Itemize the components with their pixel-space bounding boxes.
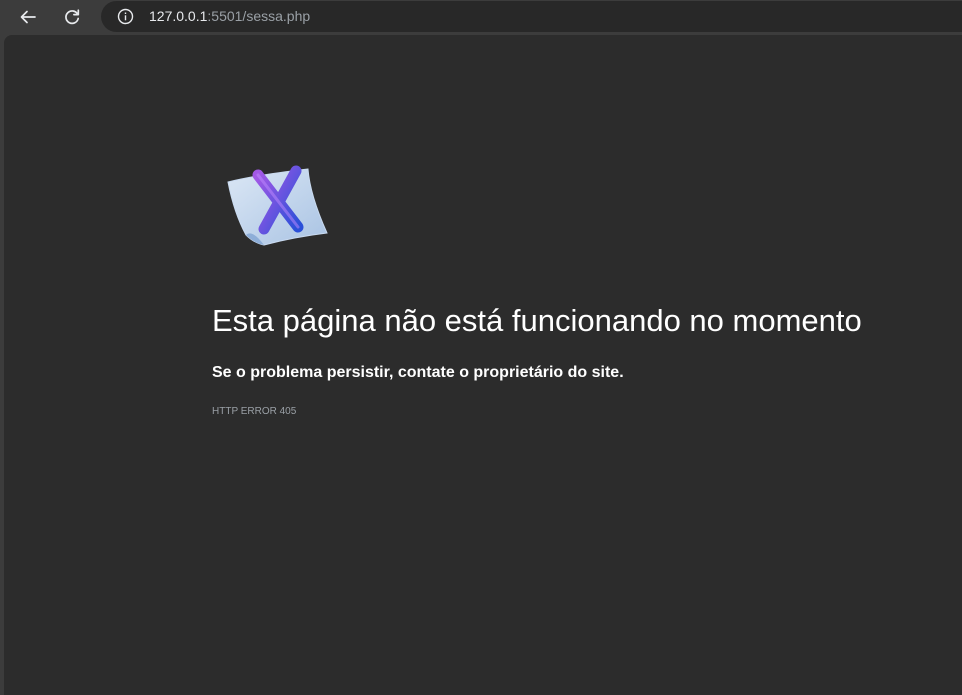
error-title: Esta página não está funcionando no mome… bbox=[212, 303, 862, 338]
info-icon[interactable] bbox=[117, 8, 134, 25]
back-button[interactable] bbox=[14, 3, 42, 31]
broken-page-x-icon bbox=[227, 165, 328, 246]
url-text[interactable]: 127.0.0.1:5501/sessa.php bbox=[149, 8, 310, 25]
error-description: Se o problema persistir, contate o propr… bbox=[212, 364, 624, 381]
reload-icon bbox=[65, 9, 80, 25]
page-content: Esta página não está funcionando no mome… bbox=[4, 35, 962, 695]
error-code: HTTP ERROR 405 bbox=[212, 406, 297, 417]
address-bar[interactable]: 127.0.0.1:5501/sessa.php bbox=[101, 1, 962, 32]
url-path: :5501/sessa.php bbox=[207, 8, 311, 24]
arrow-left-icon bbox=[20, 10, 36, 24]
browser-toolbar: 127.0.0.1:5501/sessa.php bbox=[0, 0, 962, 35]
reload-button[interactable] bbox=[58, 3, 86, 31]
url-host: 127.0.0.1 bbox=[149, 8, 208, 24]
